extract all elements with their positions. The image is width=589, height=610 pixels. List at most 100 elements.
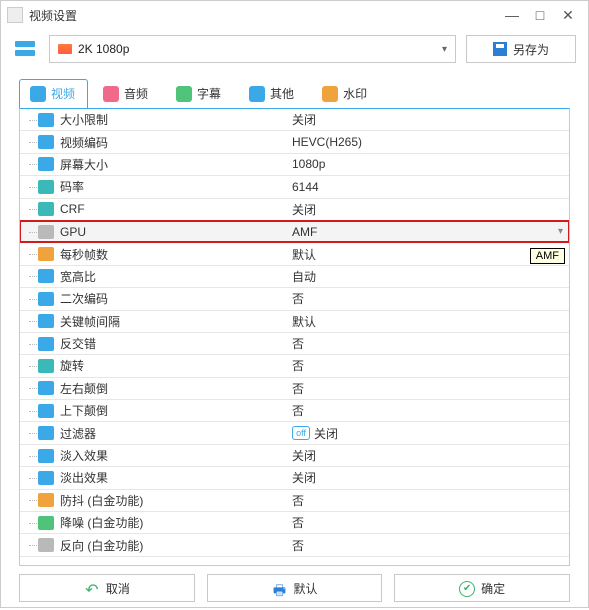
setting-value: 否 (292, 335, 304, 352)
setting-label: 码率 (60, 178, 84, 195)
setting-row-6[interactable]: 每秒帧数 默认 (20, 243, 569, 265)
setting-row-1[interactable]: 视频编码HEVC(H265) (20, 131, 569, 153)
tab-2[interactable]: 字幕 (165, 79, 234, 108)
setting-row-3[interactable]: 码率 6144 (20, 176, 569, 198)
row-icon (38, 135, 54, 149)
setting-value: 否 (292, 357, 304, 374)
setting-label: 反交错 (60, 335, 96, 352)
row-icon (38, 113, 54, 127)
setting-row-13[interactable]: 上下颠倒否 (20, 400, 569, 422)
row-icon (38, 269, 54, 283)
row-icon (38, 292, 54, 306)
window-title: 视频设置 (29, 7, 498, 24)
setting-row-9[interactable]: 关键帧间隔默认 (20, 311, 569, 333)
setting-row-8[interactable]: 二次编码 否 (20, 288, 569, 310)
setting-value: HEVC(H265) (292, 135, 362, 149)
row-icon (38, 538, 54, 552)
setting-value: 否 (292, 380, 304, 397)
row-icon (38, 202, 54, 216)
row-icon (38, 225, 54, 239)
setting-label: 上下颠倒 (60, 402, 108, 419)
ok-button[interactable]: 确定 (394, 574, 570, 602)
app-icon (7, 7, 23, 23)
tab-0[interactable]: 视频 (19, 79, 88, 108)
setting-value: 否 (292, 492, 304, 509)
setting-row-19[interactable]: 反向 (白金功能) 否 (20, 534, 569, 556)
setting-value: 自动 (292, 268, 316, 285)
row-icon (38, 381, 54, 395)
close-button[interactable]: ✕ (554, 7, 582, 24)
setting-label: 屏幕大小 (60, 156, 108, 173)
row-icon (38, 449, 54, 463)
setting-value: 否 (292, 290, 304, 307)
preset-resolution-icon (58, 44, 72, 54)
tab-label: 音频 (124, 85, 148, 102)
row-icon (38, 426, 54, 440)
setting-row-0[interactable]: 大小限制 关闭 (20, 109, 569, 131)
row-icon (38, 404, 54, 418)
tab-icon (30, 86, 46, 102)
row-icon (38, 337, 54, 351)
default-button[interactable]: 默认 (207, 574, 383, 602)
setting-label: 关键帧间隔 (60, 313, 120, 330)
row-icon (38, 359, 54, 373)
setting-label: 每秒帧数 (60, 246, 108, 263)
setting-value: 默认 (292, 246, 316, 263)
setting-row-14[interactable]: 过滤器 off 关闭 (20, 422, 569, 444)
tab-label: 视频 (51, 85, 75, 102)
save-icon (493, 42, 507, 56)
setting-value: 关闭 (292, 469, 316, 486)
save-as-button[interactable]: 另存为 (466, 35, 576, 63)
row-icon (38, 180, 54, 194)
setting-label: 过滤器 (60, 425, 96, 442)
setting-value: 否 (292, 514, 304, 531)
chevron-down-icon: ▾ (442, 44, 447, 55)
setting-row-11[interactable]: 旋转 否 (20, 355, 569, 377)
setting-value: 否 (292, 537, 304, 554)
tooltip: AMF (530, 248, 565, 264)
tab-4[interactable]: 水印 (311, 79, 380, 108)
default-label: 默认 (294, 580, 318, 597)
check-icon (459, 580, 475, 596)
setting-label: 左右颠倒 (60, 380, 108, 397)
setting-row-2[interactable]: 屏幕大小 1080p (20, 154, 569, 176)
setting-row-18[interactable]: 降噪 (白金功能)否 (20, 512, 569, 534)
setting-label: 大小限制 (60, 111, 108, 128)
setting-label: 反向 (白金功能) (60, 537, 143, 554)
tab-icon (322, 86, 338, 102)
setting-row-10[interactable]: 反交错 否 (20, 333, 569, 355)
setting-label: 旋转 (60, 357, 84, 374)
setting-label: 二次编码 (60, 290, 108, 307)
setting-row-12[interactable]: 左右颠倒 否 (20, 378, 569, 400)
tab-3[interactable]: 其他 (238, 79, 307, 108)
tab-1[interactable]: 音频 (92, 79, 161, 108)
setting-label: 宽高比 (60, 268, 96, 285)
setting-row-17[interactable]: 防抖 (白金功能)否 (20, 490, 569, 512)
maximize-button[interactable]: □ (526, 7, 554, 23)
setting-label: 淡入效果 (60, 447, 108, 464)
tab-icon (103, 86, 119, 102)
setting-row-15[interactable]: 淡入效果关闭 (20, 445, 569, 467)
setting-row-7[interactable]: 宽高比 自动 (20, 266, 569, 288)
printer-icon (272, 580, 288, 596)
setting-row-5[interactable]: GPUAMF▾ (20, 221, 569, 243)
row-icon (38, 247, 54, 261)
setting-value: 关闭 (292, 111, 316, 128)
preset-select[interactable]: 2K 1080p ▾ (49, 35, 456, 63)
cancel-button[interactable]: 取消 (19, 574, 195, 602)
setting-value: 关闭 (314, 425, 338, 442)
setting-row-16[interactable]: 淡出效果 关闭 (20, 467, 569, 489)
setting-value: 6144 (292, 180, 319, 194)
row-icon (38, 471, 54, 485)
setting-label: 淡出效果 (60, 469, 108, 486)
row-icon (38, 493, 54, 507)
tab-label: 字幕 (197, 85, 221, 102)
setting-value: 关闭 (292, 201, 316, 218)
minimize-button[interactable]: — (498, 7, 526, 23)
setting-row-4[interactable]: CRF关闭 (20, 199, 569, 221)
preset-text: 2K 1080p (78, 42, 442, 56)
row-icon (38, 516, 54, 530)
setting-value: 1080p (292, 157, 325, 171)
off-badge-icon: off (292, 426, 310, 440)
setting-value: AMF (292, 225, 317, 239)
